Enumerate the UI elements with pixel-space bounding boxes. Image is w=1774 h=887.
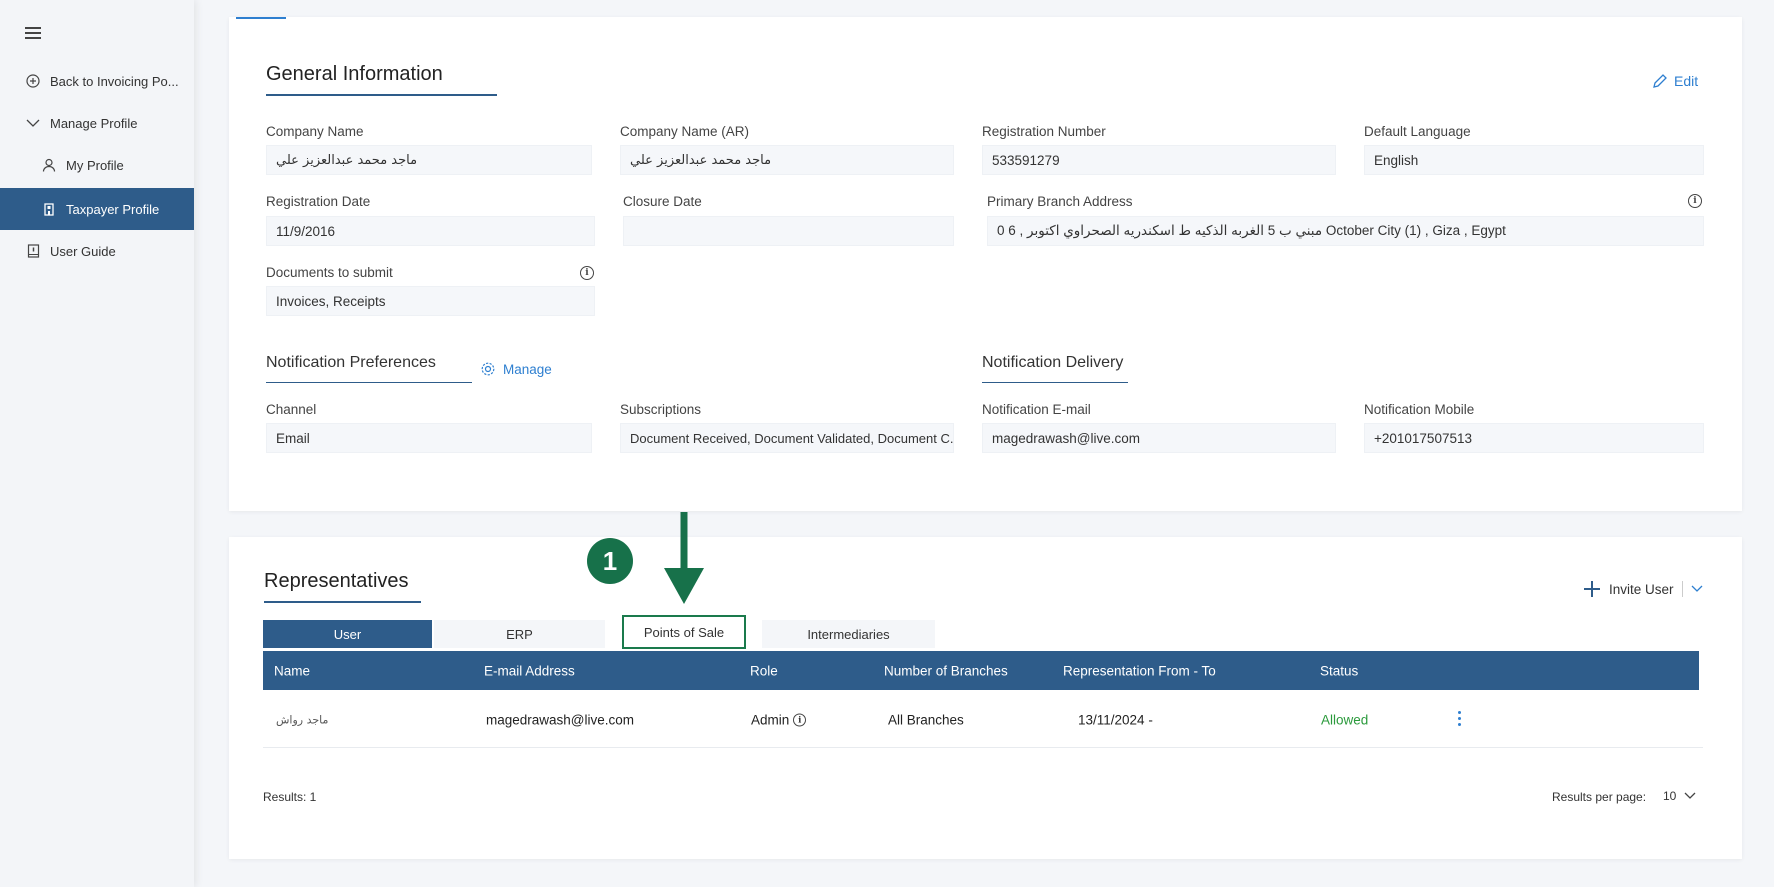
building-icon [41, 201, 57, 217]
channel-field: Email [266, 423, 592, 453]
row-actions-menu-icon[interactable] [1458, 711, 1462, 729]
invite-user-label: Invite User [1609, 581, 1674, 597]
default-language-label: Default Language [1364, 124, 1471, 139]
documents-to-submit-label: Documents to submit [266, 265, 393, 280]
representatives-title: Representatives [264, 570, 421, 603]
results-per-page-label: Results per page: [1552, 790, 1647, 804]
manage-label: Manage [503, 361, 552, 377]
company-name-ar-field: ماجد محمد عبدالعزيز علي [620, 145, 954, 175]
notification-delivery-title: Notification Delivery [982, 354, 1128, 383]
chevron-down-icon [25, 115, 41, 131]
cell-role: Admin i [751, 712, 807, 727]
closure-date-label: Closure Date [623, 194, 702, 209]
step-number-badge: 1 [587, 538, 633, 584]
primary-branch-address-field: 0 6 , مبني ب 5 الغربه الذكيه ط اسكندريه … [987, 216, 1704, 246]
sidebar-item-label: My Profile [66, 157, 124, 173]
company-name-label: Company Name [266, 124, 364, 139]
user-icon [41, 157, 57, 173]
notification-mobile-label: Notification Mobile [1364, 402, 1475, 417]
table-row: ماجد رواش magedrawash@live.com Admin i A… [263, 692, 1703, 748]
tab-user[interactable]: User [263, 620, 432, 648]
results-count: Results: 1 [263, 790, 317, 804]
column-header-role[interactable]: Role [750, 663, 778, 678]
circle-plus-icon [25, 73, 41, 89]
active-tab-indicator [236, 17, 286, 19]
column-header-status[interactable]: Status [1320, 663, 1358, 678]
tab-points-of-sale[interactable]: Points of Sale [622, 615, 746, 649]
pencil-icon [1653, 74, 1667, 88]
registration-number-label: Registration Number [982, 124, 1106, 139]
tab-intermediaries[interactable]: Intermediaries [762, 620, 935, 648]
results-per-page-value: 10 [1663, 789, 1677, 803]
notification-email-field: magedrawash@live.com [982, 423, 1336, 453]
sidebar: Back to Invoicing Po... Manage Profile M… [0, 0, 194, 887]
edit-button[interactable]: Edit [1652, 73, 1698, 89]
sidebar-item-label: Taxpayer Profile [66, 201, 160, 217]
closure-date-field [623, 216, 954, 246]
info-icon[interactable]: i [1688, 194, 1702, 208]
default-language-field: English [1364, 145, 1704, 175]
channel-label: Channel [266, 402, 317, 417]
cell-branches: All Branches [888, 712, 964, 727]
sidebar-item-manage-profile[interactable]: Manage Profile [0, 102, 194, 144]
subscriptions-label: Subscriptions [620, 402, 702, 417]
sidebar-item-my-profile[interactable]: My Profile [0, 144, 194, 186]
info-icon[interactable]: i [580, 266, 594, 280]
book-icon [25, 243, 41, 259]
notification-preferences-title: Notification Preferences [266, 354, 472, 383]
column-header-name[interactable]: Name [274, 663, 310, 678]
tab-erp[interactable]: ERP [434, 620, 605, 648]
cell-representation: 13/11/2024 - [1078, 712, 1153, 727]
notification-mobile-field: +201017507513 [1364, 423, 1704, 453]
edit-label: Edit [1674, 73, 1699, 89]
sidebar-item-taxpayer-profile[interactable]: Taxpayer Profile [0, 188, 194, 230]
notification-email-label: Notification E-mail [982, 402, 1091, 417]
sidebar-item-label: Manage Profile [50, 115, 138, 131]
cell-status: Allowed [1321, 712, 1369, 727]
divider [1681, 581, 1683, 597]
chevron-down-icon[interactable] [1691, 585, 1703, 593]
role-value: Admin [751, 712, 790, 727]
sidebar-item-user-guide[interactable]: User Guide [0, 230, 194, 272]
primary-branch-address-label: Primary Branch Address [987, 194, 1133, 209]
documents-to-submit-field: Invoices, Receipts [266, 286, 595, 316]
manage-button[interactable]: Manage [480, 361, 552, 377]
company-name-field: ماجد محمد عبدالعزيز علي [266, 145, 592, 175]
general-information-title: General Information [266, 63, 497, 96]
sidebar-item-label: User Guide [50, 243, 116, 259]
registration-date-label: Registration Date [266, 194, 371, 209]
column-header-branches[interactable]: Number of Branches [884, 663, 1008, 678]
invite-user-button[interactable]: Invite User [1583, 580, 1703, 598]
chevron-down-icon [1684, 792, 1696, 799]
info-icon[interactable]: i [793, 713, 807, 726]
sidebar-item-back-to-invoicing[interactable]: Back to Invoicing Po... [0, 60, 194, 102]
subscriptions-field: Document Received, Document Validated, D… [620, 423, 954, 453]
registration-date-field: 11/9/2016 [266, 216, 595, 246]
cell-email: magedrawash@live.com [486, 712, 635, 727]
hamburger-menu-icon[interactable] [25, 27, 41, 39]
gear-icon [481, 362, 495, 376]
registration-number-field: 533591279 [982, 145, 1336, 175]
sidebar-item-label: Back to Invoicing Po... [50, 73, 179, 89]
plus-icon [1584, 581, 1600, 597]
results-per-page-select[interactable]: 10 [1663, 789, 1696, 803]
column-header-email[interactable]: E-mail Address [484, 663, 575, 678]
cell-name: ماجد رواش [276, 713, 329, 726]
company-name-ar-label: Company Name (AR) [620, 124, 750, 139]
arrow-down-icon [664, 512, 704, 604]
column-header-representation[interactable]: Representation From - To [1063, 663, 1216, 678]
table-header: Name E-mail Address Role Number of Branc… [263, 651, 1699, 690]
